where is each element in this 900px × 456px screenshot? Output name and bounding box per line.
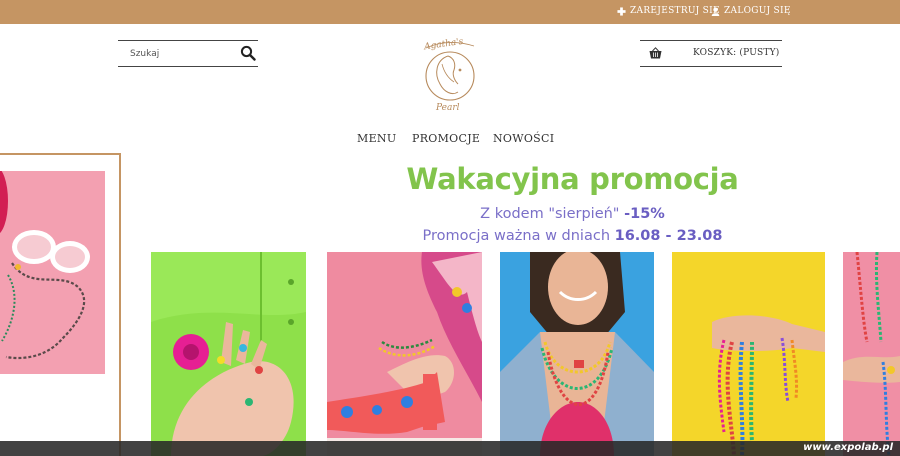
cart-button[interactable]: KOSZYK: (PUSTY) [640, 40, 782, 67]
cart-label: KOSZYK: (PUSTY) [693, 48, 780, 58]
product-photo-yellow[interactable] [672, 252, 825, 456]
svg-text:Agatha's: Agatha's [423, 37, 465, 53]
bottom-strip [0, 441, 900, 456]
featured-photo-sunglasses[interactable] [0, 171, 105, 374]
search-box [118, 40, 258, 67]
promo-title: Wakacyjna promocja [406, 162, 739, 196]
promo-valid-text: Promocja ważna w dniach [422, 228, 611, 244]
promo-code-text: Z kodem "sierpień" [480, 206, 620, 222]
promo-code-line: Z kodem "sierpień" -15% [390, 206, 755, 222]
watermark-text: www.expolab.pl [803, 442, 893, 453]
nav-item-nowosci[interactable]: NOWOŚCI [493, 132, 554, 145]
product-photo-necklaces[interactable] [500, 252, 654, 456]
brand-logo[interactable]: Agatha's Pearl [418, 34, 482, 114]
register-link[interactable]: ZAREJESTRUJ SIĘ [617, 6, 720, 16]
promo-discount: -15% [624, 206, 665, 222]
login-label: ZALOGUJ SIĘ [724, 6, 791, 16]
user-icon [711, 7, 720, 16]
product-photo-pink[interactable] [843, 252, 900, 456]
nav-item-menu[interactable]: MENU [357, 132, 396, 145]
product-photo-green[interactable] [151, 252, 306, 456]
promo-date-line: Promocja ważna w dniach 16.08 - 23.08 [390, 228, 755, 244]
promo-date-range: 16.08 - 23.08 [614, 228, 723, 244]
basket-icon [649, 47, 662, 59]
product-photo-heels[interactable] [327, 252, 482, 456]
svg-text:Pearl: Pearl [435, 103, 460, 113]
search-icon[interactable] [240, 45, 256, 61]
plus-icon [617, 6, 626, 16]
nav-item-promocje[interactable]: PROMOCJE [412, 132, 480, 145]
login-link[interactable]: ZALOGUJ SIĘ [711, 6, 791, 16]
register-label: ZAREJESTRUJ SIĘ [630, 6, 720, 16]
search-input[interactable] [130, 46, 230, 62]
